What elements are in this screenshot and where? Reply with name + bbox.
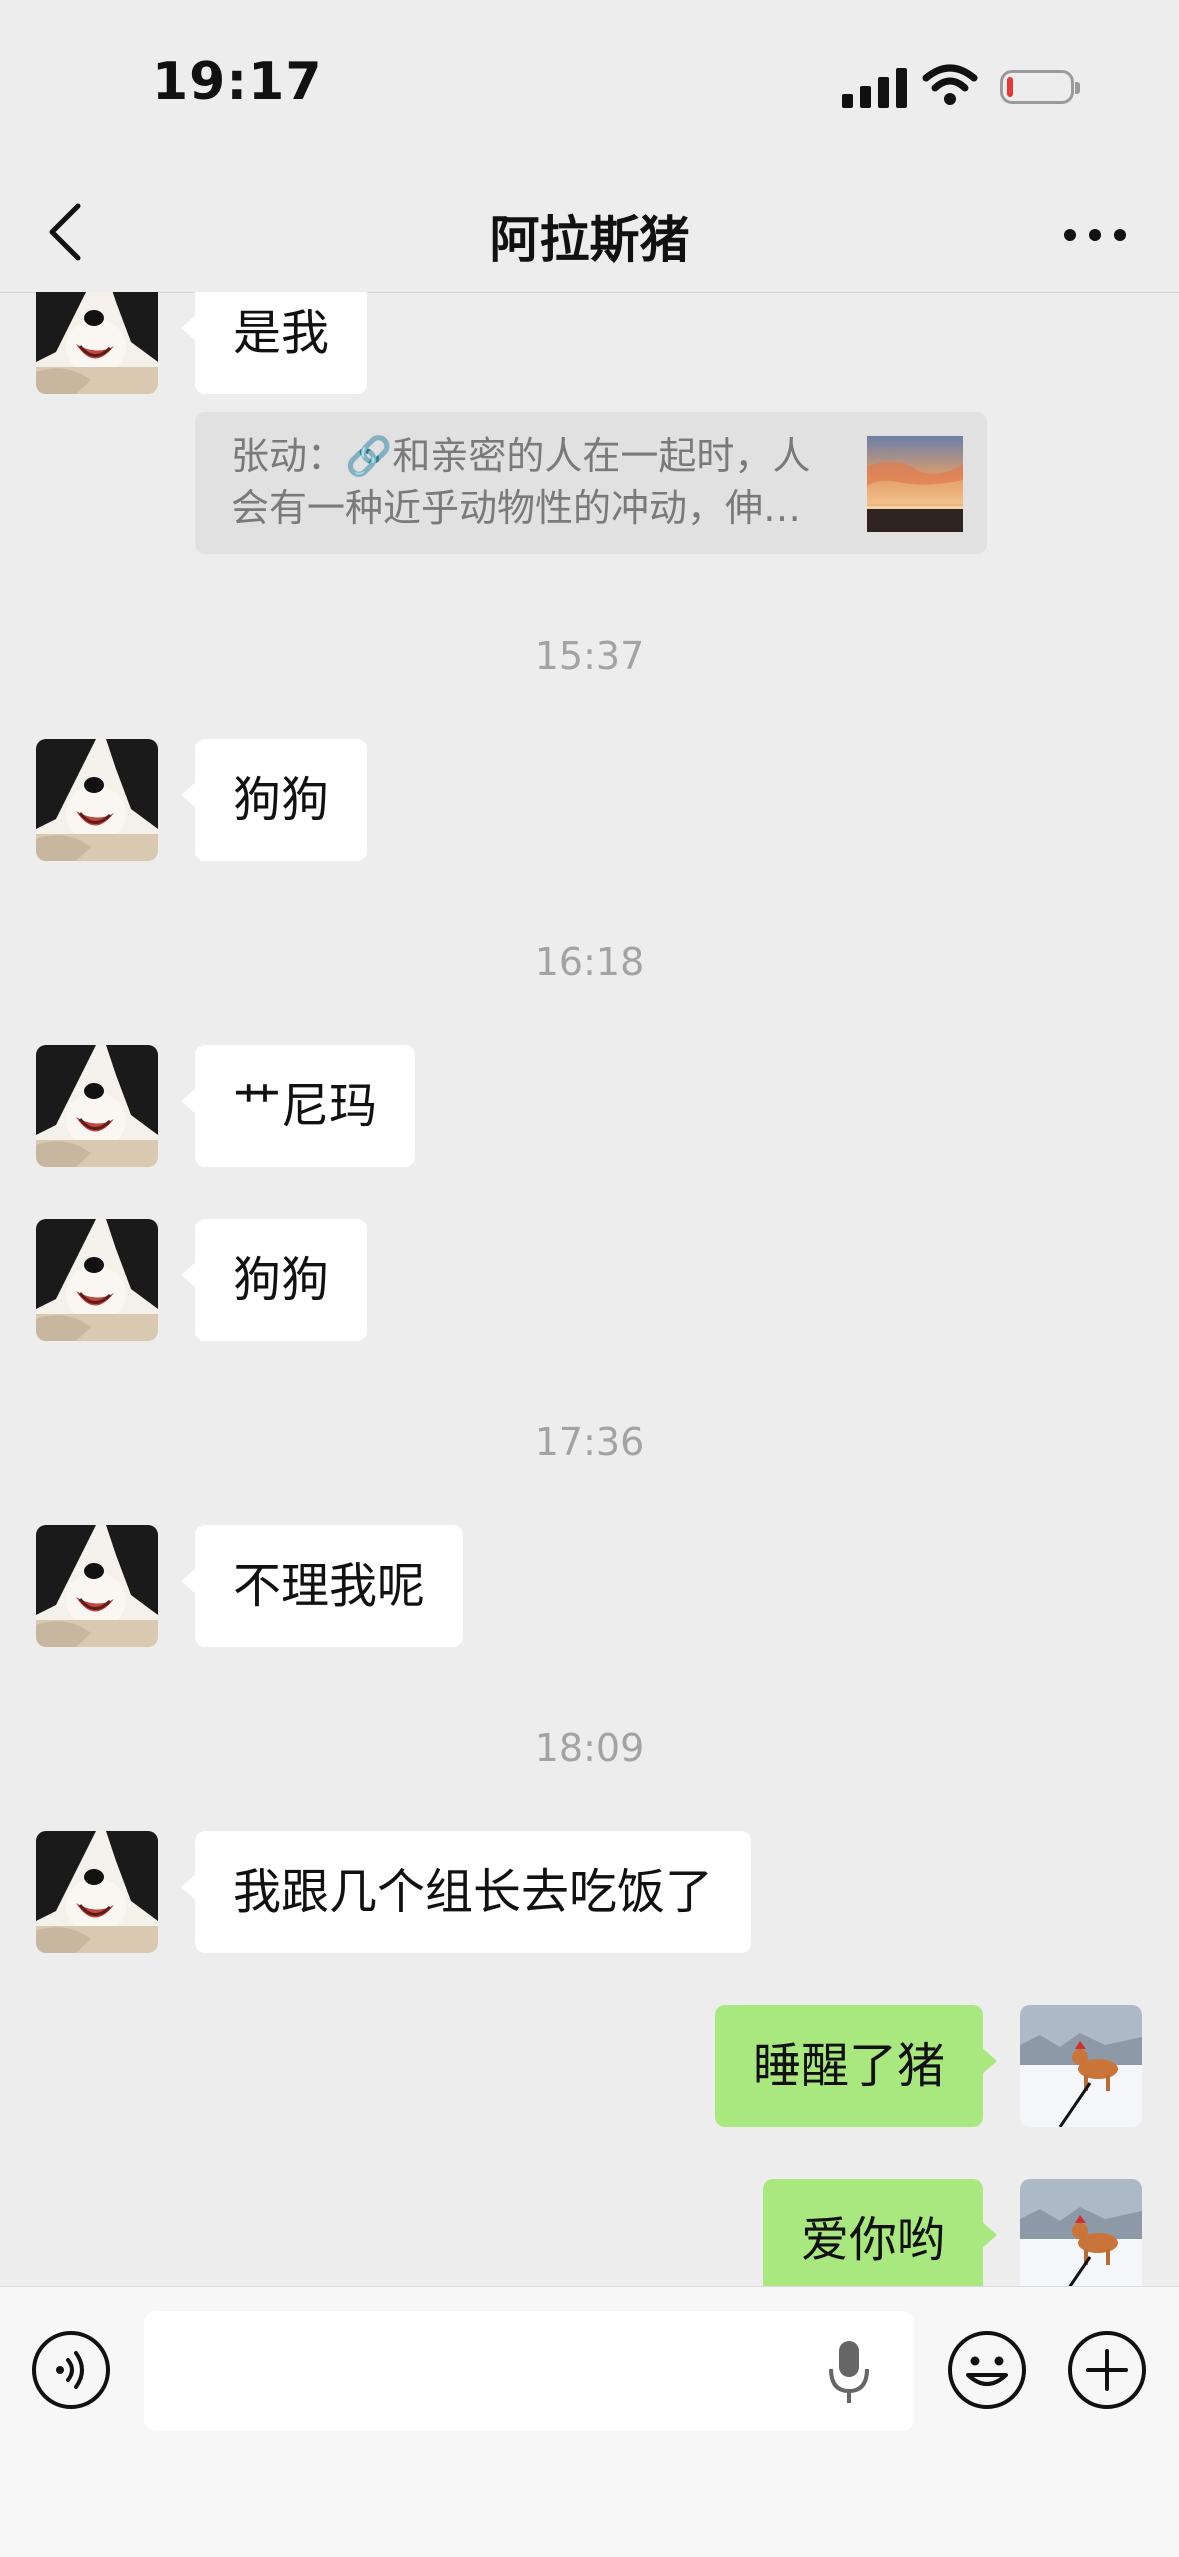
voice-mode-icon[interactable]: [30, 2329, 112, 2411]
contact-avatar[interactable]: [36, 739, 158, 861]
battery-icon: [1000, 70, 1080, 104]
status-bar: 19:17: [0, 0, 1179, 170]
cellular-signal-icon: [842, 68, 907, 108]
user-avatar[interactable]: [1020, 2005, 1142, 2127]
chat-title: 阿拉斯猪: [489, 211, 690, 269]
emoji-icon[interactable]: [946, 2329, 1028, 2411]
contact-avatar[interactable]: [36, 1525, 158, 1647]
incoming-message[interactable]: 不理我呢: [180, 1525, 464, 1647]
outgoing-message[interactable]: 爱你哟: [762, 2179, 998, 2286]
user-avatar[interactable]: [1020, 2179, 1142, 2286]
incoming-message[interactable]: 狗狗: [180, 1219, 368, 1341]
plus-icon[interactable]: [1066, 2329, 1148, 2411]
message-input[interactable]: [144, 2311, 914, 2431]
input-bar: [0, 2286, 1179, 2557]
more-dots-icon[interactable]: [1060, 215, 1130, 255]
chat-header: 阿拉斯猪: [0, 170, 1179, 293]
quoted-link-card[interactable]: 张动：🔗和亲密的人在一起时，人 会有一种近乎动物性的冲动，伸…: [195, 412, 987, 554]
microphone-icon[interactable]: [826, 2337, 872, 2407]
battery-level: [1007, 77, 1013, 97]
status-time: 19:17: [152, 52, 323, 112]
timestamp: 17:36: [534, 1420, 645, 1464]
contact-avatar[interactable]: [36, 292, 158, 394]
wifi-icon: [922, 64, 978, 105]
quote-line-2: 会有一种近乎动物性的冲动，伸…: [231, 486, 802, 530]
incoming-message[interactable]: 狗狗: [180, 739, 368, 861]
outgoing-message[interactable]: 睡醒了猪: [714, 2005, 998, 2127]
contact-avatar[interactable]: [36, 1219, 158, 1341]
contact-avatar[interactable]: [36, 1831, 158, 1953]
incoming-message[interactable]: 艹尼玛: [180, 1045, 416, 1167]
timestamp: 15:37: [534, 634, 645, 678]
incoming-message[interactable]: 是我: [180, 292, 368, 394]
contact-avatar[interactable]: [36, 1045, 158, 1167]
timestamp: 16:18: [534, 940, 645, 984]
sunset-thumbnail-icon: [867, 436, 963, 532]
quote-line-1: 张动：🔗和亲密的人在一起时，人: [231, 434, 811, 478]
chat-messages[interactable]: 是我 张动：🔗和亲密的人在一起时，人 会有一种近乎动物性的冲动，伸… 15:37…: [0, 292, 1179, 2286]
timestamp: 18:09: [534, 1726, 645, 1770]
incoming-message[interactable]: 我跟几个组长去吃饭了: [180, 1831, 752, 1953]
